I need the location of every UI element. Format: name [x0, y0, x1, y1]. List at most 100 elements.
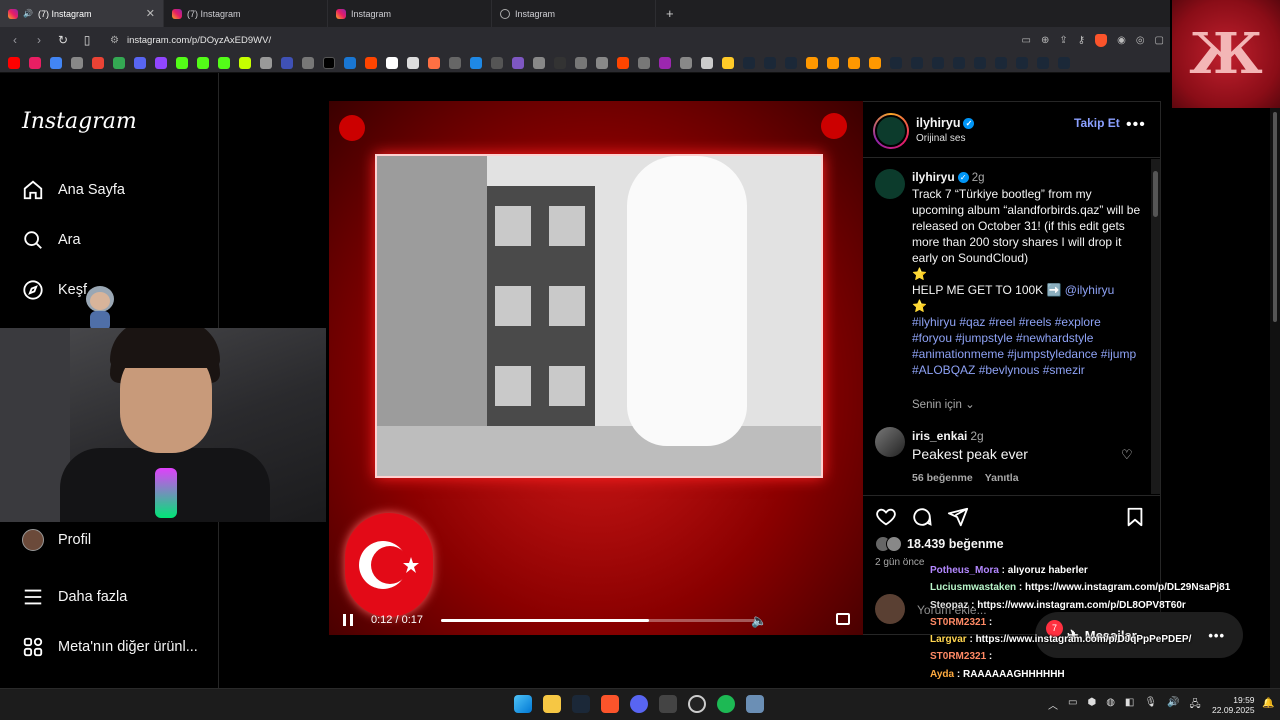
- scrollbar-thumb[interactable]: [1273, 112, 1277, 322]
- post-username[interactable]: ilyhiryu ✓: [916, 116, 975, 130]
- app-icon[interactable]: ⬢: [1087, 697, 1096, 714]
- bookmark-icon[interactable]: [50, 56, 62, 69]
- key-icon[interactable]: ⚷: [1078, 35, 1085, 46]
- bookmark-icon[interactable]: [680, 56, 692, 69]
- browser-tab[interactable]: Instagram: [492, 0, 656, 27]
- bookmark-icon[interactable]: [260, 56, 272, 69]
- bookmark-icon[interactable]: [71, 56, 83, 69]
- bookmark-icon[interactable]: [911, 56, 923, 69]
- bookmark-icon[interactable]: [134, 56, 146, 69]
- reload-icon[interactable]: ↻: [56, 33, 70, 47]
- bookmark-icon[interactable]: [470, 56, 482, 69]
- bookmark-icon[interactable]: [785, 56, 797, 69]
- for-you-label[interactable]: Senin için ⌄: [912, 397, 975, 411]
- brave-shield-icon[interactable]: [1095, 33, 1108, 47]
- caption-username[interactable]: ilyhiryu: [912, 170, 955, 184]
- bookmark-icon[interactable]: [806, 56, 818, 69]
- close-icon[interactable]: ✕: [146, 7, 155, 20]
- site-settings-icon[interactable]: ⚙: [110, 35, 119, 46]
- bookmark-icon[interactable]: [743, 56, 755, 69]
- file-explorer-icon[interactable]: [543, 695, 561, 713]
- comments-scrollbar[interactable]: [1151, 159, 1160, 494]
- bookmark-icon[interactable]: [281, 56, 293, 69]
- heart-icon[interactable]: [875, 506, 897, 528]
- bookmark-icon[interactable]: [218, 56, 230, 69]
- battery-icon[interactable]: ▭: [1068, 697, 1077, 714]
- bookmark-icon[interactable]: [8, 56, 20, 69]
- audio-label[interactable]: Orijinal ses: [916, 133, 965, 144]
- bookmark-icon[interactable]: [155, 56, 167, 69]
- sidebar-item-meta[interactable]: Meta'nın diğer ürünl...: [22, 636, 198, 658]
- more-options-icon[interactable]: •••: [1126, 116, 1146, 134]
- new-tab-button[interactable]: +: [666, 6, 674, 21]
- bookmark-icon[interactable]: [638, 56, 650, 69]
- bookmark-icon[interactable]: [176, 56, 188, 69]
- mic-icon[interactable]: 🎙: [1144, 697, 1157, 714]
- sidebar-item-explore[interactable]: Keşf: [22, 279, 87, 301]
- bookmark-icon[interactable]: [1016, 56, 1028, 69]
- windows-start-icon[interactable]: [514, 695, 532, 713]
- bookmark-icon[interactable]: [1058, 56, 1070, 69]
- browser-tab[interactable]: (7) Instagram: [164, 0, 328, 27]
- likes-count[interactable]: 18.439 beğenme: [875, 536, 1004, 552]
- page-scrollbar[interactable]: [1270, 108, 1280, 688]
- zoom-icon[interactable]: ⊕: [1041, 35, 1049, 46]
- bookmark-icon[interactable]: [365, 56, 377, 69]
- bookmark-icon[interactable]: [827, 56, 839, 69]
- share-icon[interactable]: [947, 506, 969, 528]
- bookmark-icon[interactable]: [323, 56, 335, 69]
- bookmark-icon[interactable]: [659, 56, 671, 69]
- bookmark-icon[interactable]: [848, 56, 860, 69]
- taskbar-clock[interactable]: 19:59 22.09.2025: [1212, 695, 1255, 715]
- app-icon[interactable]: [659, 695, 677, 713]
- volume-icon[interactable]: 🔊: [1167, 697, 1179, 714]
- volume-icon[interactable]: 🔈: [751, 613, 767, 629]
- speaker-icon[interactable]: 🔊: [23, 9, 33, 18]
- fullscreen-icon[interactable]: [836, 613, 850, 625]
- obs-icon[interactable]: [688, 695, 706, 713]
- bookmark-icon[interactable]: [449, 56, 461, 69]
- caption-mention[interactable]: @ilyhiryu: [1065, 283, 1115, 297]
- comment-icon[interactable]: [911, 506, 933, 528]
- spotify-icon[interactable]: [717, 695, 735, 713]
- bookmark-icon[interactable]: [722, 56, 734, 69]
- reply-button[interactable]: Yanıtla: [985, 472, 1019, 484]
- bookmark-icon[interactable]: [386, 56, 398, 69]
- bookmark-icon[interactable]: [575, 56, 587, 69]
- follow-button[interactable]: Takip Et: [1074, 116, 1120, 130]
- bookmark-icon[interactable]: [113, 56, 125, 69]
- browser-tab[interactable]: Instagram: [328, 0, 492, 27]
- sidebar-item-home[interactable]: Ana Sayfa: [22, 179, 125, 201]
- heart-icon[interactable]: ♡: [1121, 447, 1133, 463]
- bookmark-icon[interactable]: [407, 56, 419, 69]
- back-icon[interactable]: ‹: [8, 33, 22, 47]
- notification-icon[interactable]: 🔔: [1262, 698, 1274, 709]
- extension-icon[interactable]: ◉: [1117, 35, 1126, 46]
- bookmark-icon[interactable]: [953, 56, 965, 69]
- story-ring[interactable]: [873, 113, 909, 149]
- steam-icon[interactable]: ◍: [1106, 697, 1115, 714]
- app-icon[interactable]: ◧: [1125, 697, 1134, 714]
- bookmark-icon[interactable]: [239, 56, 251, 69]
- bookmark-icon[interactable]: [596, 56, 608, 69]
- bookmark-icon[interactable]: [344, 56, 356, 69]
- video-progress-bar[interactable]: [441, 619, 761, 622]
- sidebar-item-search[interactable]: Ara: [22, 229, 81, 251]
- bookmark-icon[interactable]: [701, 56, 713, 69]
- comment-likes[interactable]: 56 beğenme: [912, 472, 973, 484]
- bookmark-icon[interactable]: [533, 56, 545, 69]
- bookmark-icon[interactable]: ▯: [80, 33, 94, 47]
- save-icon[interactable]: [1124, 506, 1146, 528]
- sidebar-item-more[interactable]: Daha fazla: [22, 586, 127, 608]
- steam-icon[interactable]: [572, 695, 590, 713]
- instagram-logo[interactable]: Instagram: [22, 109, 137, 134]
- chevron-up-icon[interactable]: ︿: [1048, 697, 1058, 714]
- avatar[interactable]: [875, 427, 905, 457]
- bookmark-icon[interactable]: [974, 56, 986, 69]
- reel-video[interactable]: 0:12 / 0:17 🔈: [329, 101, 863, 635]
- share-icon[interactable]: ⇪: [1059, 35, 1067, 46]
- bookmark-icon[interactable]: [428, 56, 440, 69]
- bookmark-icon[interactable]: [617, 56, 629, 69]
- avatar[interactable]: [875, 169, 905, 199]
- pause-icon[interactable]: [343, 614, 353, 626]
